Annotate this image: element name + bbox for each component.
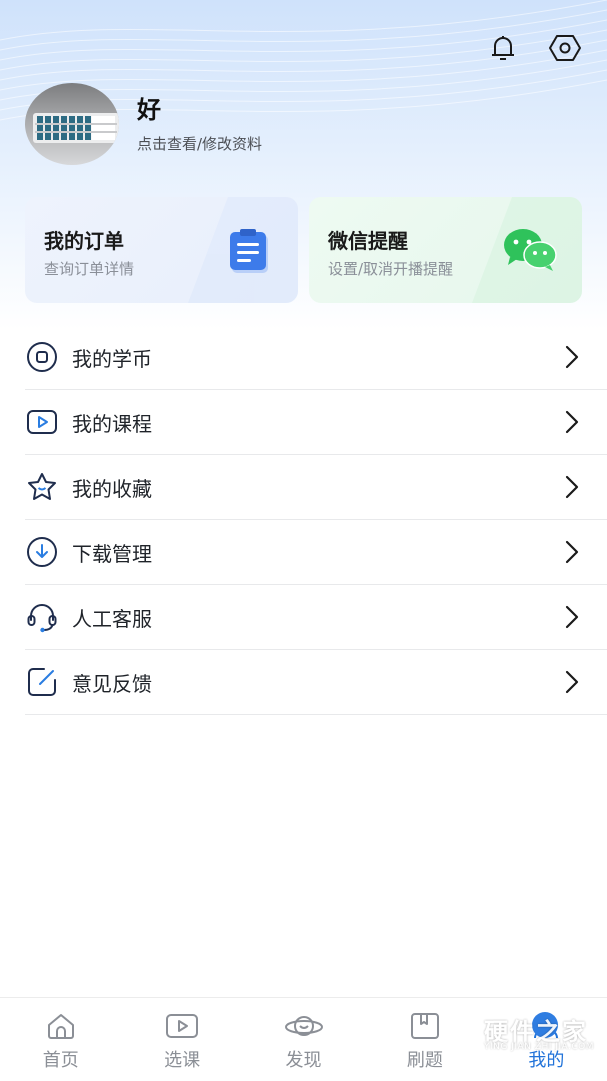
chevron-right-icon	[565, 540, 579, 564]
user-name: 好	[137, 95, 161, 124]
profile-section[interactable]: 好 点击查看/修改资料	[25, 83, 262, 165]
tab-label: 发现	[285, 1050, 322, 1071]
my-orders-card[interactable]: 我的订单 查询订单详情	[25, 197, 298, 303]
menu-item-downloads[interactable]: 下载管理	[25, 520, 607, 585]
chevron-right-icon	[565, 475, 579, 499]
tab-home[interactable]: 首页	[0, 998, 121, 1081]
menu-item-feedback[interactable]: 意见反馈	[25, 650, 607, 715]
edit-profile-link[interactable]: 点击查看/修改资料	[137, 133, 262, 154]
card-title: 微信提醒	[328, 229, 408, 253]
tab-label: 选课	[164, 1050, 201, 1071]
chevron-right-icon	[565, 410, 579, 434]
tab-label: 首页	[42, 1050, 79, 1071]
watermark-logo: 硬件之家 YING JIAN ZHI JIA.COM	[440, 1008, 600, 1058]
book-icon	[410, 1013, 439, 1039]
tab-label: 刷题	[406, 1050, 443, 1071]
card-subtitle: 查询订单详情	[44, 260, 135, 278]
menu-item-support[interactable]: 人工客服	[25, 585, 607, 650]
chevron-right-icon	[565, 345, 579, 369]
headset-icon	[25, 600, 59, 634]
download-icon	[25, 535, 59, 569]
video-icon	[25, 405, 59, 439]
menu-label: 我的课程	[72, 411, 152, 436]
coin-icon	[25, 340, 59, 374]
quick-cards: 我的订单 查询订单详情 微信提醒 设置/取消开播提醒	[25, 197, 582, 303]
card-subtitle: 设置/取消开播提醒	[328, 260, 454, 278]
menu-label: 我的收藏	[72, 476, 152, 501]
tab-courses[interactable]: 选课	[121, 998, 242, 1081]
avatar[interactable]	[25, 83, 119, 165]
menu-label: 我的学币	[72, 346, 152, 371]
chevron-right-icon	[565, 670, 579, 694]
header-actions	[485, 30, 583, 66]
watermark-subtext: YING JIAN ZHI JIA.COM	[484, 1042, 595, 1052]
play-icon	[166, 1014, 199, 1038]
star-icon	[25, 470, 59, 504]
bell-icon[interactable]	[485, 30, 521, 66]
tab-discover[interactable]: 发现	[243, 998, 364, 1081]
clipboard-icon	[226, 227, 274, 279]
menu-item-coins[interactable]: 我的学币	[25, 325, 607, 390]
settings-menu: 我的学币 我的课程 我的收藏 下载管理 人工客服 意见反馈	[25, 325, 607, 715]
menu-item-favorites[interactable]: 我的收藏	[25, 455, 607, 520]
settings-hex-icon[interactable]	[547, 30, 583, 66]
chevron-right-icon	[565, 605, 579, 629]
menu-label: 意见反馈	[72, 671, 152, 696]
home-icon	[47, 1014, 74, 1039]
card-title: 我的订单	[44, 229, 124, 253]
planet-icon	[284, 1016, 323, 1036]
wechat-icon	[502, 227, 558, 277]
edit-icon	[25, 665, 59, 699]
menu-item-courses[interactable]: 我的课程	[25, 390, 607, 455]
wechat-reminder-card[interactable]: 微信提醒 设置/取消开播提醒	[309, 197, 582, 303]
menu-label: 人工客服	[72, 606, 152, 631]
menu-label: 下载管理	[72, 541, 152, 566]
